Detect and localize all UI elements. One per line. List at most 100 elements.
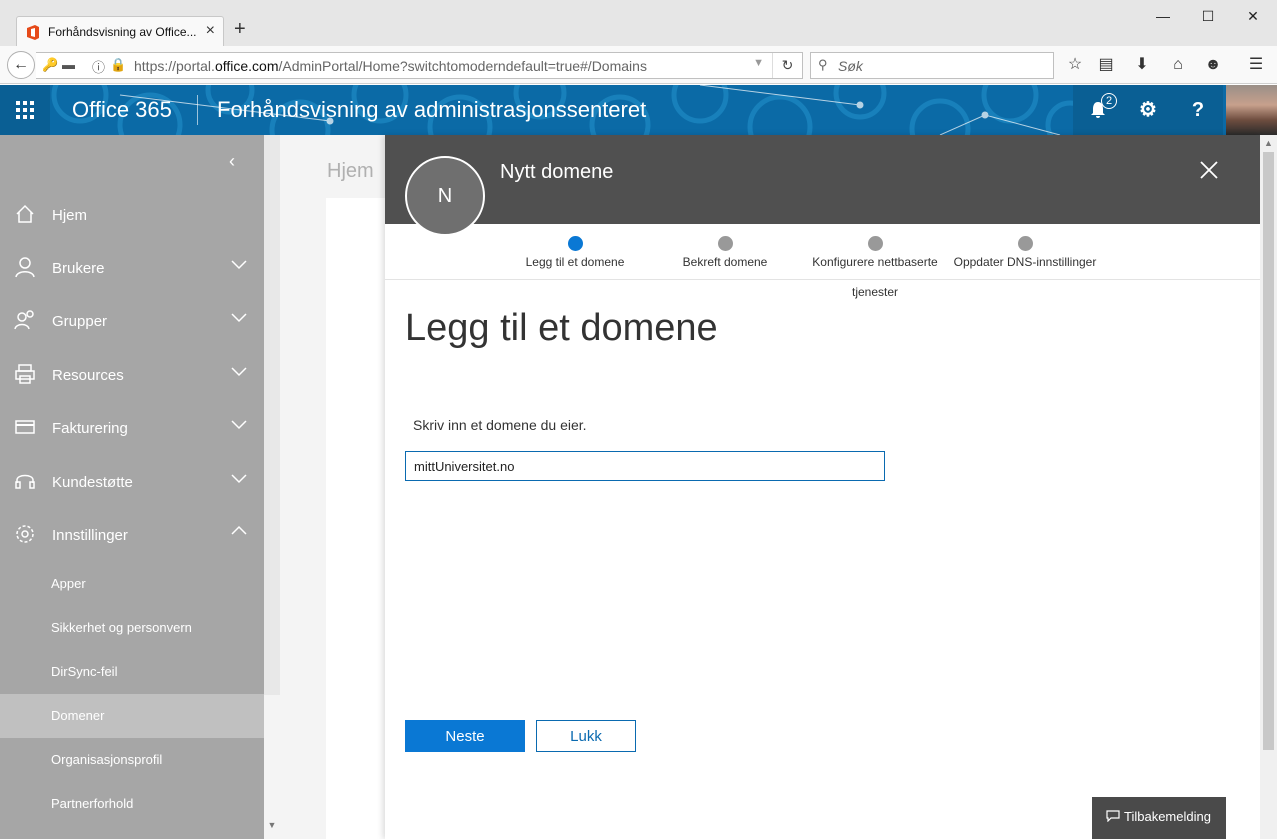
sidebar-subitem-organisasjonsprofil[interactable]: Organisasjonsprofil [0, 738, 264, 782]
step-label-continued: tjenester [851, 285, 899, 299]
gear-icon [16, 525, 34, 543]
sidebar-item-hjem[interactable]: Hjem [0, 189, 264, 242]
step-verify-domain: Bekreft domene [645, 236, 805, 269]
brand-label[interactable]: Office 365 [72, 97, 172, 123]
sidebar-item-innstillinger[interactable]: Innstillinger [0, 509, 264, 562]
chevron-down-icon [231, 420, 247, 430]
sidebar-subitem-label: Sikkerhet og personvern [51, 620, 192, 635]
new-tab-icon[interactable]: + [234, 19, 246, 39]
collapse-sidebar-icon[interactable]: ‹ [229, 151, 235, 172]
browser-nav-bar: ← 🔑 ▬ ⓘ 🔒 https://portal.office.com/Admi… [0, 46, 1277, 84]
sidebar-subitem-apper[interactable]: Apper [0, 562, 264, 606]
chevron-down-icon [231, 260, 247, 270]
sidebar-item-label: Hjem [52, 207, 88, 224]
notification-badge: 2 [1101, 93, 1117, 109]
user-avatar[interactable] [1226, 85, 1277, 135]
panel-title: Nytt domene [500, 161, 614, 183]
feedback-button[interactable]: Tilbakemelding [1092, 797, 1226, 839]
wizard-steps: Legg til et domene Bekreft domene Konfig… [385, 224, 1260, 280]
next-button[interactable]: Neste [405, 720, 525, 752]
comment-icon [1106, 810, 1120, 822]
sidebar-subitem-label: Apper [51, 576, 86, 591]
close-button[interactable]: Lukk [536, 720, 636, 752]
panel-header: Nytt domene [385, 135, 1260, 224]
help-icon: ? [1191, 99, 1205, 121]
lock-icon: 🔒 [110, 57, 127, 72]
page-scroll-strip [264, 135, 280, 695]
sidebar-item-kundestotte[interactable]: Kundestøtte [0, 456, 264, 509]
scroll-up-icon[interactable]: ▲ [1260, 135, 1277, 152]
sidebar-subitem-domener[interactable]: Domener [0, 694, 264, 738]
back-arrow-icon[interactable]: ← [7, 51, 35, 79]
chevron-up-icon [231, 525, 247, 535]
search-icon: ⚲ [818, 57, 828, 72]
smiley-icon[interactable]: ☻ [1203, 55, 1223, 75]
reload-icon[interactable]: ↻ [772, 53, 802, 78]
step-label: Legg til et domene [525, 255, 625, 269]
url-dropdown-icon[interactable]: ▼ [753, 57, 764, 69]
domain-input[interactable] [405, 451, 885, 481]
sidebar-subitem-sikkerhet[interactable]: Sikkerhet og personvern [0, 606, 264, 650]
home-icon [16, 204, 34, 223]
sidebar-subitem-dirsync[interactable]: DirSync-feil [0, 650, 264, 694]
browser-tab[interactable]: Forhåndsvisning av Office... × [16, 16, 224, 47]
page-card [326, 198, 386, 839]
step-configure-services: Konfigurere nettbaserte [795, 236, 955, 269]
step-dot [567, 236, 583, 251]
app-title: Forhåndsvisning av administrasjonssenter… [217, 97, 647, 122]
maximize-icon[interactable]: ☐ [1198, 6, 1218, 26]
new-domain-panel: Nytt domene N Legg til et domene Bekreft… [385, 135, 1260, 839]
search-input[interactable]: ⚲ Søk [810, 52, 1054, 79]
step-label: Konfigurere nettbaserte [812, 255, 938, 269]
search-placeholder: Søk [838, 58, 863, 74]
home-icon[interactable]: ⌂ [1168, 55, 1188, 75]
step-label: Bekreft domene [682, 255, 768, 269]
o365-header: Office 365 Forhåndsvisning av administra… [0, 85, 1277, 135]
url-text: https://portal.office.com/AdminPortal/Ho… [134, 58, 647, 74]
window-close-icon[interactable]: ✕ [1243, 6, 1263, 26]
step-label: Oppdater DNS-innstillinger [953, 255, 1097, 269]
sidebar-item-fakturering[interactable]: Fakturering [0, 402, 264, 455]
sidebar-subitem-label: Domener [51, 708, 105, 723]
tab-close-icon[interactable]: × [206, 23, 215, 39]
browser-tab-bar: Forhåndsvisning av Office... × + — ☐ ✕ [0, 0, 1277, 47]
sidebar-subitem-partnerforhold[interactable]: Partnerforhold [0, 782, 264, 826]
tab-title: Forhåndsvisning av Office... [48, 25, 197, 39]
headset-icon [15, 474, 35, 489]
feedback-label: Tilbakemelding [1124, 809, 1211, 824]
scrollbar-thumb[interactable] [1263, 152, 1274, 750]
notifications-button[interactable]: 2 [1073, 85, 1123, 135]
settings-button[interactable]: ⚙ [1123, 85, 1173, 135]
header-divider [197, 95, 198, 125]
sidebar-scroll-down-icon[interactable]: ▼ [264, 820, 280, 836]
sidebar-item-resources[interactable]: Resources [0, 349, 264, 402]
sidebar-subitem-label: DirSync-feil [51, 664, 118, 679]
help-button[interactable]: ? [1173, 85, 1223, 135]
sidebar-item-label: Grupper [52, 313, 108, 330]
office-icon [27, 25, 39, 40]
sidebar-item-label: Resources [52, 367, 124, 384]
info-icon[interactable]: ⓘ [92, 57, 105, 76]
step-dot [717, 236, 733, 251]
bookmark-star-icon[interactable]: ☆ [1065, 55, 1085, 75]
sidebar-item-brukere[interactable]: Brukere [0, 242, 264, 295]
close-icon[interactable] [1198, 159, 1220, 181]
reading-list-icon[interactable]: ▤ [1096, 55, 1116, 75]
address-bar[interactable]: 🔑 ▬ ⓘ 🔒 https://portal.office.com/AdminP… [36, 52, 803, 79]
panel-avatar: N [405, 156, 485, 236]
waffle-icon [16, 101, 34, 119]
sidebar-item-grupper[interactable]: Grupper [0, 295, 264, 348]
chevron-down-icon [231, 367, 247, 377]
page-scrollbar[interactable]: ▲ [1260, 135, 1277, 839]
download-icon[interactable]: ⬇ [1132, 55, 1152, 75]
credit-card-icon [15, 420, 35, 434]
app-launcher-button[interactable] [0, 85, 50, 135]
admin-sidebar: ‹ Hjem Brukere Grupper Resources Fakture… [0, 135, 264, 839]
minimize-icon[interactable]: — [1153, 6, 1173, 26]
panel-heading: Legg til et domene [405, 307, 718, 349]
domain-prompt: Skriv inn et domene du eier. [413, 417, 587, 433]
step-add-domain: Legg til et domene [495, 236, 655, 269]
menu-icon[interactable]: ☰ [1246, 55, 1266, 75]
sidebar-item-label: Innstillinger [52, 527, 128, 544]
chevron-down-icon [231, 313, 247, 323]
